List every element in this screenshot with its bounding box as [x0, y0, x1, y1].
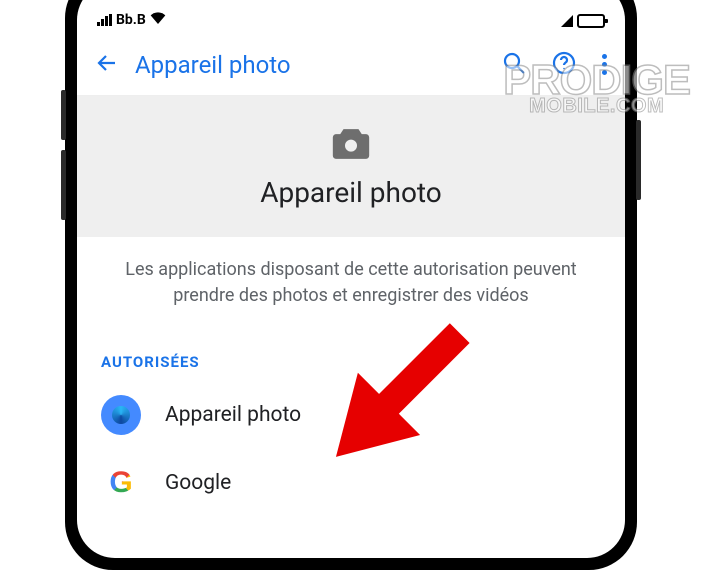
power-button — [636, 120, 641, 200]
page-title: Appareil photo — [135, 51, 486, 79]
watermark-line2: MOBILE.COM — [503, 98, 690, 115]
wifi-icon — [150, 12, 166, 28]
permission-hero: Appareil photo — [77, 96, 625, 237]
status-bar: Bb.B — [77, 0, 625, 34]
cellular-signal-icon — [97, 14, 112, 26]
app-row[interactable]: G Google — [77, 449, 625, 517]
app-label: Appareil photo — [165, 403, 301, 427]
camera-icon — [331, 147, 371, 166]
permission-description: Les applications disposant de cette auto… — [77, 237, 625, 329]
camera-app-icon — [101, 395, 141, 435]
permission-title: Appareil photo — [97, 176, 605, 209]
watermark-line1: PRODIGE — [503, 62, 690, 98]
volume-up-button — [61, 90, 66, 140]
back-arrow-icon[interactable] — [95, 51, 119, 79]
app-row[interactable]: Appareil photo — [77, 381, 625, 449]
battery-icon — [577, 14, 605, 28]
app-label: Google — [165, 471, 231, 495]
section-header-allowed: AUTORISÉES — [77, 329, 625, 381]
network-indicator-icon — [561, 15, 573, 27]
volume-down-button — [61, 150, 66, 220]
google-app-icon: G — [101, 463, 141, 503]
carrier-label: Bb.B — [116, 12, 146, 28]
watermark: PRODIGE MOBILE.COM — [503, 62, 690, 115]
